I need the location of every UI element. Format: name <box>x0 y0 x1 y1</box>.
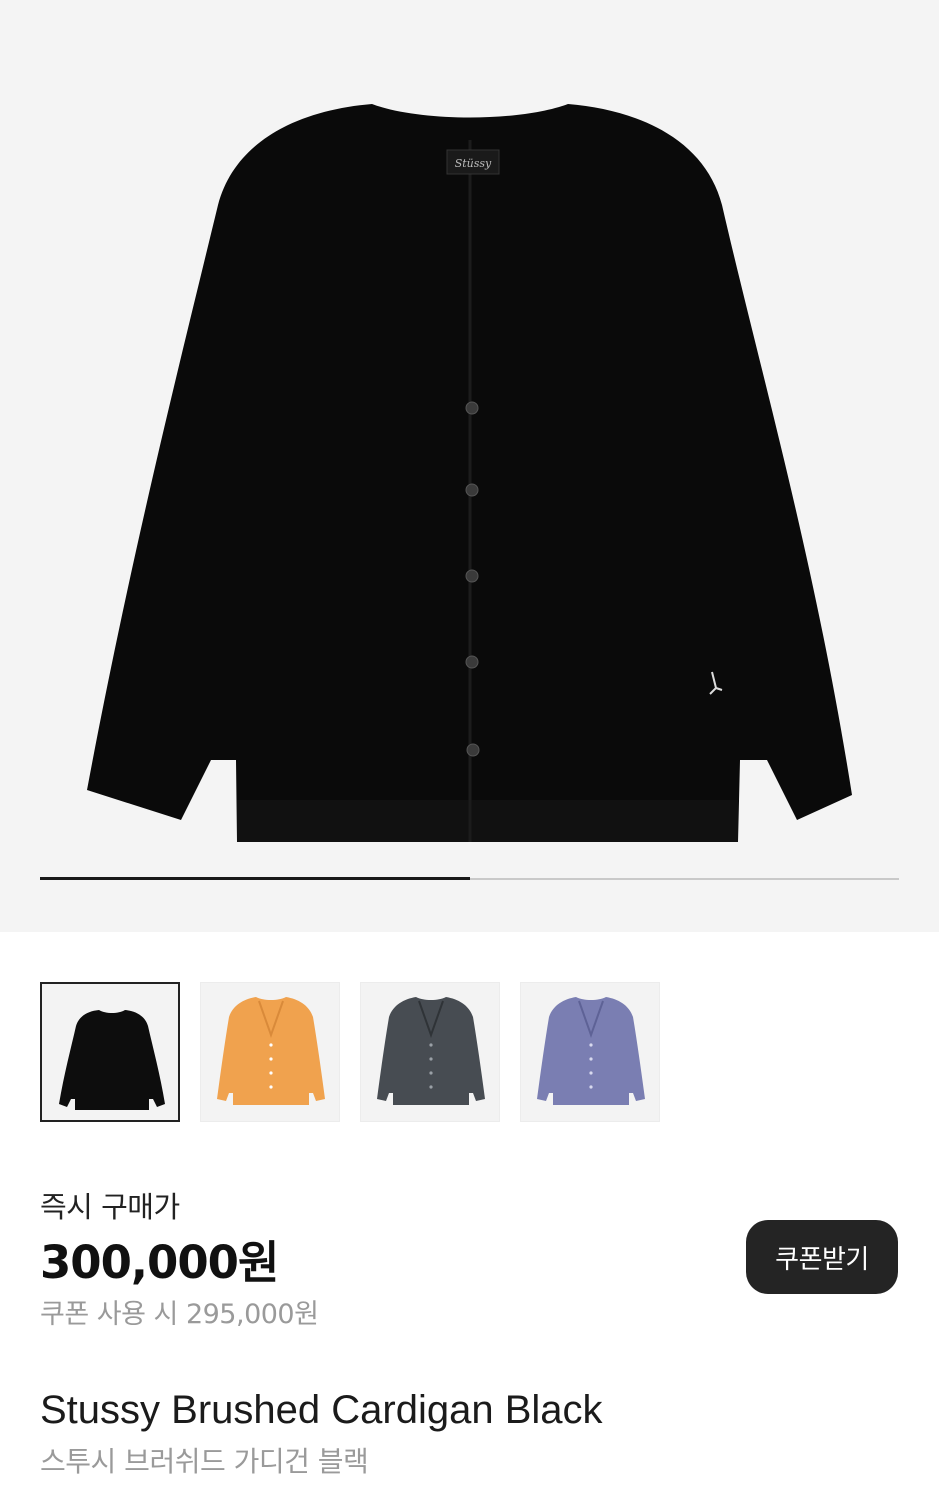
thumbnail-black[interactable] <box>40 982 180 1122</box>
brand-logo-text: Stüssy <box>455 157 492 170</box>
carousel-progress-track <box>40 877 899 880</box>
carousel-progress-fill <box>40 877 470 880</box>
cardigan-thumb-icon <box>59 1010 165 1110</box>
product-detail-page: Stüssy 즉시 구매가 300,000원 쿠폰 사용 시 295,000원 … <box>0 0 939 1500</box>
instant-buy-price: 300,000원 <box>40 1236 279 1289</box>
cardigan-thumb-icon <box>217 997 325 1105</box>
thumbnail-lavender[interactable] <box>520 982 660 1122</box>
product-name: Stussy Brushed Cardigan Black <box>40 1388 603 1432</box>
product-image-carousel[interactable]: Stüssy <box>0 0 939 932</box>
color-thumbnail-list <box>40 982 680 1122</box>
product-korean-name: 스투시 브러쉬드 가디건 블랙 <box>40 1445 369 1478</box>
thumbnail-orange[interactable] <box>200 982 340 1122</box>
get-coupon-button[interactable]: 쿠폰받기 <box>746 1220 898 1294</box>
cardigan-thumb-icon <box>377 997 485 1105</box>
instant-buy-price-label: 즉시 구매가 <box>40 1190 180 1224</box>
cardigan-thumb-icon <box>537 997 645 1105</box>
cardigan-product-image: Stüssy <box>87 104 852 842</box>
coupon-price-text: 쿠폰 사용 시 295,000원 <box>40 1299 319 1330</box>
thumbnail-charcoal[interactable] <box>360 982 500 1122</box>
